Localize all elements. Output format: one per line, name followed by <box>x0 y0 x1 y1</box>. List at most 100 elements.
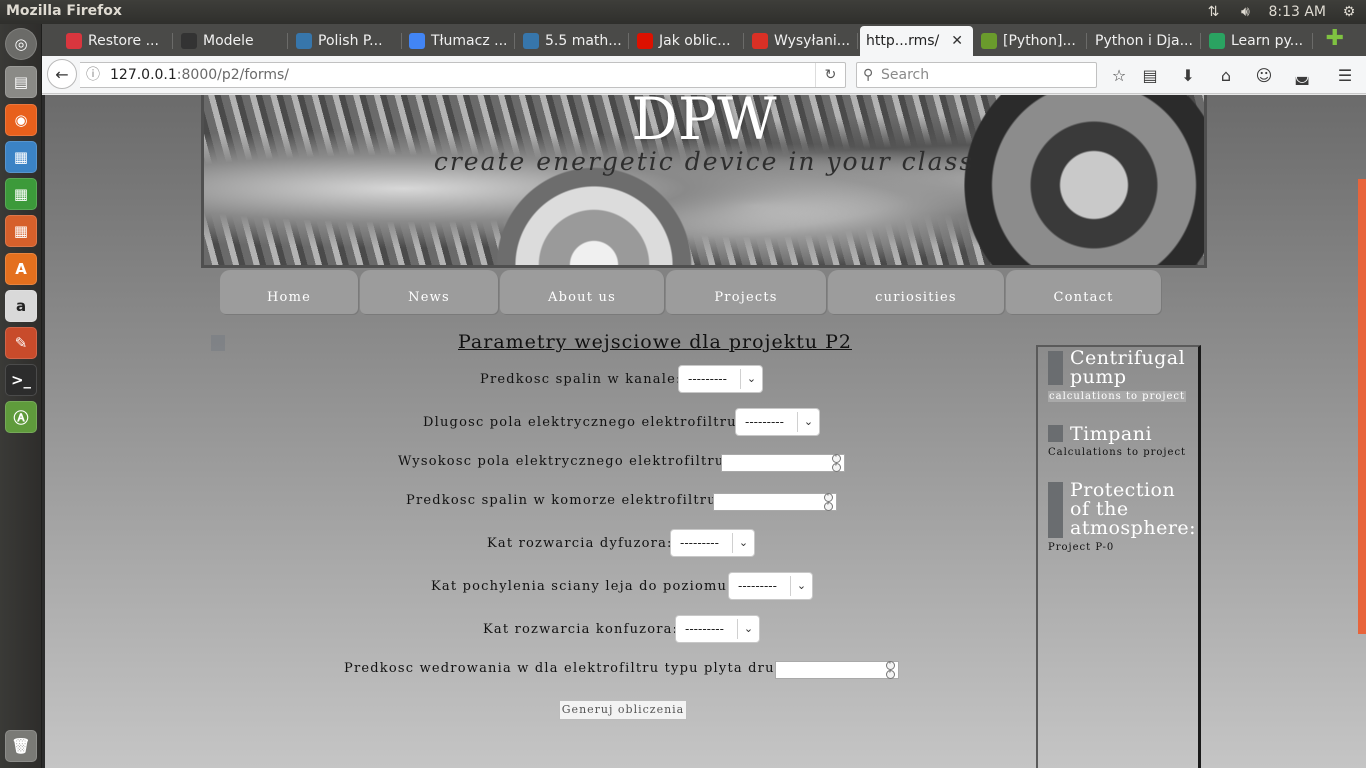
select-electric-field-length[interactable]: --------- ⌄ <box>735 408 820 436</box>
spin-up-icon[interactable]: ˄ <box>832 454 841 463</box>
system-settings-icon[interactable]: ✎ <box>5 327 37 359</box>
select-value: --------- <box>745 415 784 429</box>
reading-list-icon[interactable]: ▤ <box>1140 65 1160 85</box>
new-tab-plus-icon[interactable]: ✚ <box>1326 28 1344 50</box>
site-info-icon[interactable]: ⓘ <box>86 63 100 87</box>
home-icon[interactable]: ⌂ <box>1216 65 1236 85</box>
select-hopper-wall-angle[interactable]: --------- ⌄ <box>728 572 813 600</box>
volume-icon[interactable]: 🔊︎ <box>1236 3 1254 21</box>
amazon-icon[interactable]: a <box>5 290 37 322</box>
select-diffuser-angle[interactable]: --------- ⌄ <box>670 529 755 557</box>
select-value: --------- <box>688 372 727 386</box>
spin-up-icon[interactable]: ˄ <box>886 661 895 670</box>
spin-down-icon[interactable]: ˅ <box>832 463 841 472</box>
spin-down-icon[interactable]: ˅ <box>886 670 895 679</box>
field-label-flue-gas-velocity-chamber: Predkosc spalin w komorze elektrofiltru: <box>406 493 723 508</box>
number-spinner[interactable]: ˄ ˅ <box>886 661 896 679</box>
sidebar-item-subtitle[interactable]: Calculations to project <box>1048 447 1186 458</box>
tab[interactable]: Tłumacz ... <box>403 26 515 56</box>
x-icon <box>1209 33 1225 49</box>
tab[interactable]: 5.5 math... <box>517 26 629 56</box>
reload-icon[interactable]: ↻ <box>815 63 845 87</box>
tab-active[interactable]: http...rms/ ✕ <box>860 26 973 56</box>
tab-label: 5.5 math... <box>545 33 622 49</box>
number-electric-field-height[interactable]: ˄ ˅ <box>721 454 845 472</box>
settings-gear-icon[interactable]: ⚙ <box>1340 3 1358 21</box>
tab-separator <box>1312 33 1313 49</box>
tab[interactable]: Wysyłani... <box>746 26 858 56</box>
libreoffice-writer-icon[interactable]: ▦ <box>5 141 37 173</box>
pocket-icon[interactable]: ◛ <box>1292 65 1312 85</box>
hello-chat-icon[interactable]: ☺ <box>1254 65 1274 85</box>
tab[interactable]: Modele <box>175 26 288 56</box>
leaf-icon <box>981 33 997 49</box>
page-viewport: DPW create energetic device in your clas… <box>42 95 1366 768</box>
libreoffice-impress-icon[interactable]: ▦ <box>5 215 37 247</box>
downloads-icon[interactable]: ⬇ <box>1178 65 1198 85</box>
bookmark-star-icon[interactable]: ☆ <box>1109 65 1129 85</box>
sidebar-item-centrifugal-pump[interactable]: Centrifugal pump calculations to project <box>1048 349 1198 409</box>
spin-down-icon[interactable]: ˅ <box>824 502 833 511</box>
sidebar-item-timpani[interactable]: Timpani Calculations to project <box>1048 425 1198 465</box>
chevron-down-icon: ⌄ <box>740 369 762 389</box>
software-updater-icon[interactable]: Ⓐ <box>5 401 37 433</box>
tab-label: Wysyłani... <box>774 33 851 49</box>
number-migration-velocity[interactable]: ˄ ˅ <box>775 661 899 679</box>
sidebar-item-marker <box>1048 425 1063 442</box>
select-flue-gas-velocity-channel[interactable]: --------- ⌄ <box>678 365 763 393</box>
tab[interactable]: Jak oblic... <box>631 26 744 56</box>
sidebar-item-atmosphere-protection[interactable]: Protection of the atmosphere: Project P-… <box>1048 481 1198 561</box>
dash-home-icon[interactable]: ◎ <box>5 28 37 60</box>
field-label-electric-field-height: Wysokosc pola elektrycznego elektrofiltr… <box>398 454 730 469</box>
select-value: --------- <box>738 579 777 593</box>
close-tab-icon[interactable]: ✕ <box>951 33 963 49</box>
chevron-down-icon: ⌄ <box>790 576 812 596</box>
tab[interactable]: [Python]... <box>975 26 1087 56</box>
number-flue-gas-velocity-chamber[interactable]: ˄ ˅ <box>713 493 837 511</box>
spin-up-icon[interactable]: ˄ <box>824 493 833 502</box>
sidebar-item-title[interactable]: Protection of the atmosphere: <box>1070 481 1198 538</box>
tab-label: Modele <box>203 33 254 49</box>
form-title: Parametry wejsciowe dla projektu P2 <box>458 331 852 353</box>
clock[interactable]: 8:13 AM <box>1268 4 1326 20</box>
menu-hamburger-icon[interactable]: ☰ <box>1335 65 1355 85</box>
files-icon[interactable]: ▤ <box>5 66 37 98</box>
tab[interactable]: Restore ... <box>60 26 173 56</box>
number-spinner[interactable]: ˄ ˅ <box>832 454 842 472</box>
network-icon[interactable]: ⇅ <box>1204 3 1222 21</box>
sidebar-item-title[interactable]: Timpani <box>1070 425 1198 444</box>
tab[interactable]: Polish P... <box>290 26 402 56</box>
url-bar[interactable]: ⓘ 127.0.0.1:8000/p2/forms/ ↻ <box>80 62 846 88</box>
url-host: 127.0.0.1 <box>110 67 177 83</box>
select-confusor-angle[interactable]: --------- ⌄ <box>675 615 760 643</box>
number-spinner[interactable]: ˄ ˅ <box>824 493 834 511</box>
search-input[interactable]: ⚲ Search <box>856 62 1097 88</box>
chevron-down-icon: ⌄ <box>732 533 754 553</box>
firefox-icon[interactable]: ◉ <box>5 104 37 136</box>
tab-label: Polish P... <box>318 33 383 49</box>
tab-separator <box>628 33 629 49</box>
warning-icon <box>66 33 82 49</box>
tab-separator <box>401 33 402 49</box>
chevron-down-icon: ⌄ <box>797 412 819 432</box>
tab-separator <box>1086 33 1087 49</box>
terminal-icon[interactable]: >_ <box>5 364 37 396</box>
software-center-icon[interactable]: A <box>5 253 37 285</box>
tab-separator <box>172 33 173 49</box>
tab-label: Jak oblic... <box>659 33 731 49</box>
search-placeholder: Search <box>881 67 930 83</box>
system-top-panel: Mozilla Firefox ⇅ 🔊︎ 8:13 AM ⚙ <box>0 0 1366 24</box>
generate-calculations-button[interactable]: Generuj obliczenia <box>559 700 687 720</box>
unity-launcher: ◎ ▤ ◉ ▦ ▦ ▦ A a ✎ >_ Ⓐ 🗑︎ <box>0 24 42 768</box>
trash-icon[interactable]: 🗑︎ <box>5 730 37 762</box>
tab-label: Learn py... <box>1231 33 1304 49</box>
wolfram-icon <box>637 33 653 49</box>
tab-separator <box>743 33 744 49</box>
sidebar-item-subtitle[interactable]: calculations to project <box>1048 391 1187 402</box>
libreoffice-calc-icon[interactable]: ▦ <box>5 178 37 210</box>
back-button[interactable]: ← <box>47 59 77 89</box>
tab[interactable]: Learn py... <box>1203 26 1313 56</box>
tab[interactable]: Python i Dja... <box>1089 26 1201 56</box>
sidebar-item-subtitle[interactable]: Project P-0 <box>1048 542 1114 553</box>
sidebar-item-title[interactable]: Centrifugal pump <box>1070 349 1198 387</box>
